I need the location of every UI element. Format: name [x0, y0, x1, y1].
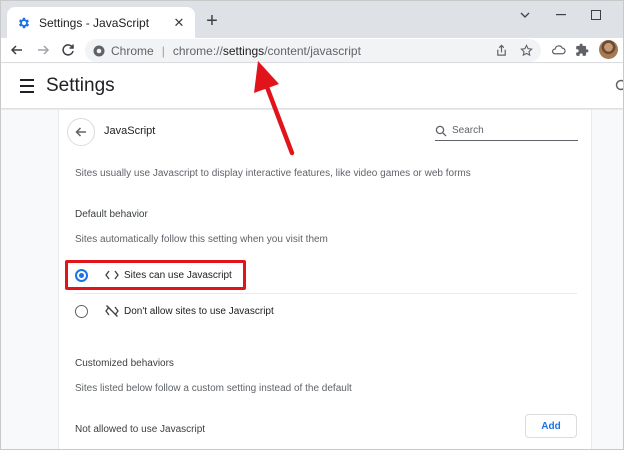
browser-window: Settings - JavaScript ✕ + Chrome | chrom… [0, 0, 624, 450]
javascript-settings-card: JavaScript Sites usually use Javascript … [58, 110, 592, 449]
tab-close-icon[interactable]: ✕ [171, 15, 187, 31]
tab-search-dropdown-icon[interactable] [515, 7, 535, 23]
option-block-label: Don't allow sites to use Javascript [124, 305, 274, 317]
url-scheme: chrome:// [172, 43, 223, 58]
back-arrow-icon[interactable] [9, 42, 25, 58]
settings-title: Settings [46, 75, 115, 96]
share-icon[interactable] [493, 42, 509, 58]
default-behavior-heading: Default behavior [75, 209, 148, 220]
profile-avatar[interactable] [599, 40, 618, 59]
add-button[interactable]: Add [525, 414, 577, 438]
extensions-puzzle-icon[interactable] [574, 42, 590, 58]
tab-settings[interactable]: Settings - JavaScript ✕ [7, 7, 195, 38]
page-title: JavaScript [104, 125, 156, 137]
page-description: Sites usually use Javascript to display … [75, 168, 471, 179]
settings-gear-icon [17, 16, 31, 30]
tab-strip: Settings - JavaScript ✕ + [1, 1, 623, 38]
back-button[interactable] [67, 118, 95, 146]
address-bar[interactable]: Chrome | chrome:// settings /content/jav… [85, 39, 541, 62]
default-behavior-subtitle: Sites automatically follow this setting … [75, 234, 328, 245]
option-block-javascript[interactable]: Don't allow sites to use Javascript [67, 294, 577, 328]
tab-title: Settings - JavaScript [39, 15, 150, 30]
url-separator: | [161, 43, 165, 58]
minimize-icon[interactable] [551, 7, 571, 23]
customized-behaviors-subtitle: Sites listed below follow a custom setti… [75, 383, 352, 394]
chrome-logo-icon [93, 45, 105, 57]
search-icon [435, 125, 447, 137]
new-tab-button[interactable]: + [203, 11, 221, 31]
extension-cloud-icon[interactable] [550, 42, 566, 58]
code-off-icon [104, 304, 120, 318]
annotation-highlight-box [65, 260, 246, 290]
search-input[interactable] [452, 125, 562, 136]
reload-icon[interactable] [60, 42, 76, 58]
customized-behaviors-heading: Customized behaviors [75, 358, 174, 369]
not-allowed-label: Not allowed to use Javascript [75, 424, 206, 435]
settings-search[interactable] [435, 121, 578, 141]
menu-hamburger-icon[interactable] [20, 79, 34, 93]
back-arrow-icon [75, 127, 86, 137]
maximize-icon[interactable] [586, 7, 606, 23]
browser-toolbar: Chrome | chrome:// settings /content/jav… [1, 38, 623, 63]
radio-block[interactable] [75, 304, 88, 318]
url-rest: /content/javascript [264, 43, 361, 58]
site-label: Chrome [111, 43, 154, 58]
settings-header: Settings [1, 64, 623, 109]
bookmark-star-icon[interactable] [518, 42, 534, 58]
forward-arrow-icon[interactable] [35, 42, 51, 58]
header-search-icon[interactable] [615, 79, 623, 93]
url-path: settings [222, 43, 265, 58]
